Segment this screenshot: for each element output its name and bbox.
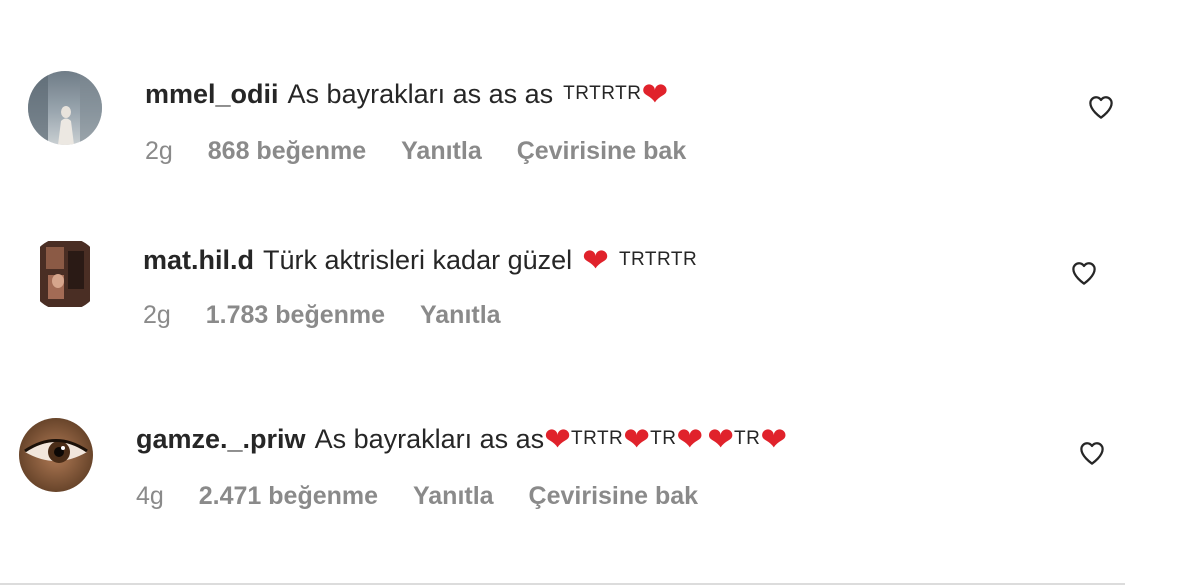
user-avatar[interactable] (28, 237, 102, 311)
comment-time: 2g (145, 137, 173, 165)
user-avatar[interactable] (19, 418, 93, 492)
heart-outline-icon[interactable] (1086, 92, 1116, 122)
comment-username[interactable]: mmel_odii (145, 77, 279, 111)
tr-text: TR (650, 428, 677, 449)
comment-username[interactable]: mat.hil.d (143, 243, 254, 277)
tr-text: TR (734, 428, 761, 449)
comment-meta: 2g 1.783 beğenme Yanıtla (143, 300, 529, 330)
tr-text: TRTRTR (563, 83, 642, 104)
comment-text-line: gamze._.priw As bayrakları as as ❤ TRTR … (136, 422, 787, 456)
red-heart-emoji: ❤ (641, 76, 669, 112)
comment-time: 2g (143, 301, 171, 329)
red-heart-emoji: ❤ (544, 421, 571, 457)
heart-outline-icon[interactable] (1069, 258, 1099, 288)
reply-button[interactable]: Yanıtla (420, 301, 501, 329)
comment-meta: 2g 868 beğenme Yanıtla Çevirisine bak (145, 136, 714, 166)
comment-text: Türk aktrisleri kadar güzel (263, 245, 573, 275)
comment-text: As bayrakları as as (314, 424, 545, 454)
comments-panel: mmel_odii As bayrakları as as as TRTRTR … (0, 0, 1200, 587)
see-translation-button[interactable]: Çevirisine bak (517, 137, 687, 165)
red-heart-emoji: ❤ (760, 421, 788, 457)
heart-outline-icon[interactable] (1077, 438, 1107, 468)
reply-button[interactable]: Yanıtla (413, 482, 494, 510)
red-heart-emoji: ❤ (582, 242, 609, 278)
tr-text: TRTR (570, 428, 624, 449)
comment-meta: 4g 2.471 beğenme Yanıtla Çevirisine bak (136, 481, 726, 511)
likes-count[interactable]: 868 beğenme (208, 137, 366, 165)
red-heart-emoji: ❤ (676, 421, 704, 457)
divider (0, 583, 1125, 585)
comment-text-line: mmel_odii As bayrakları as as as TRTRTR … (145, 77, 668, 111)
tr-text: TRTRTR (618, 249, 698, 270)
comment-text: As bayrakları as as as (287, 79, 554, 109)
comment-time: 4g (136, 482, 164, 510)
comment-text-line: mat.hil.d Türk aktrisleri kadar güzel ❤ … (143, 243, 697, 277)
reply-button[interactable]: Yanıtla (401, 137, 482, 165)
red-heart-emoji: ❤ (707, 421, 735, 457)
likes-count[interactable]: 1.783 beğenme (206, 301, 385, 329)
comment-username[interactable]: gamze._.priw (136, 422, 306, 456)
user-avatar[interactable] (28, 71, 102, 145)
red-heart-emoji: ❤ (623, 421, 651, 457)
see-translation-button[interactable]: Çevirisine bak (529, 482, 699, 510)
likes-count[interactable]: 2.471 beğenme (199, 482, 378, 510)
